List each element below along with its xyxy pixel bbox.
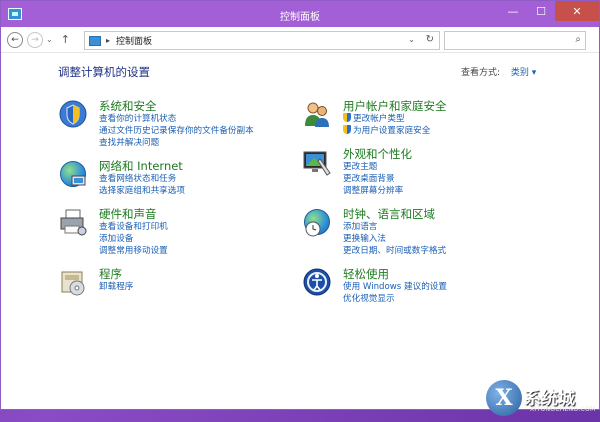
shield-icon[interactable] [58, 99, 88, 129]
link-change-theme[interactable]: 更改主题 [343, 161, 412, 173]
link-optimize-visual-display[interactable]: 优化视觉显示 [343, 293, 447, 305]
maximize-button[interactable]: ☐ [527, 1, 555, 21]
search-box[interactable]: ⌕ [444, 31, 586, 50]
category-clock-language-region: 时钟、语言和区域 添加语言 更换输入法 更改日期、时间或数字格式 [302, 207, 446, 257]
category-title-system-security[interactable]: 系统和安全 [99, 99, 254, 113]
watermark-logo: X [486, 380, 522, 416]
category-ease-of-access: 轻松使用 使用 Windows 建议的设置 优化视觉显示 [302, 267, 447, 305]
link-change-date-time-format[interactable]: 更改日期、时间或数字格式 [343, 245, 446, 257]
category-title-appearance[interactable]: 外观和个性化 [343, 147, 412, 161]
link-adjust-resolution[interactable]: 调整屏幕分辨率 [343, 185, 412, 197]
breadcrumb-separator[interactable]: ▸ [106, 36, 110, 45]
programs-icon[interactable] [58, 267, 88, 297]
category-user-accounts: 用户帐户和家庭安全 更改帐户类型 为用户设置家庭安全 [302, 99, 447, 137]
link-family-safety-label[interactable]: 为用户设置家庭安全 [353, 126, 430, 136]
category-network-internet: 网络和 Internet 查看网络状态和任务 选择家庭组和共享选项 [58, 159, 185, 197]
category-title-ease-of-access[interactable]: 轻松使用 [343, 267, 447, 281]
search-input[interactable] [445, 32, 565, 49]
category-title-clock-language-region[interactable]: 时钟、语言和区域 [343, 207, 446, 221]
link-file-history-backup[interactable]: 通过文件历史记录保存你的文件备份副本 [99, 125, 254, 137]
view-by-dropdown[interactable]: 类别 ▾ [511, 68, 536, 78]
site-watermark: X 系统城 XITONGCHENG.COM [486, 380, 596, 416]
title-bar: 控制面板 — ☐ ✕ [1, 1, 599, 27]
link-add-language[interactable]: 添加语言 [343, 221, 446, 233]
back-button[interactable]: ← [7, 31, 23, 48]
view-by: 查看方式: 类别 ▾ [461, 65, 536, 78]
search-icon[interactable]: ⌕ [575, 34, 581, 45]
breadcrumb-control-panel[interactable]: 控制面板 [116, 34, 152, 47]
category-programs: 程序 卸载程序 [58, 267, 133, 297]
link-windows-recommended-settings[interactable]: 使用 Windows 建议的设置 [343, 281, 447, 293]
link-devices-printers[interactable]: 查看设备和打印机 [99, 221, 168, 233]
link-add-device[interactable]: 添加设备 [99, 233, 168, 245]
link-homegroup-sharing[interactable]: 选择家庭组和共享选项 [99, 185, 185, 197]
link-troubleshoot[interactable]: 查找并解决问题 [99, 137, 254, 149]
link-change-input-method[interactable]: 更换输入法 [343, 233, 446, 245]
up-button[interactable]: ↑ [61, 33, 70, 46]
address-dropdown-button[interactable]: ⌄ [408, 35, 415, 44]
link-mobility-settings[interactable]: 调整常用移动设置 [99, 245, 168, 257]
category-title-hardware-sound[interactable]: 硬件和声音 [99, 207, 168, 221]
printer-icon[interactable] [58, 207, 88, 237]
network-icon[interactable] [58, 159, 88, 189]
refresh-button[interactable]: ↻ [426, 34, 434, 45]
link-uninstall-program[interactable]: 卸载程序 [99, 281, 133, 293]
category-hardware-sound: 硬件和声音 查看设备和打印机 添加设备 调整常用移动设置 [58, 207, 168, 257]
category-system-security: 系统和安全 查看你的计算机状态 通过文件历史记录保存你的文件备份副本 查找并解决… [58, 99, 254, 149]
uac-shield-icon [343, 125, 351, 134]
category-title-network-internet[interactable]: 网络和 Internet [99, 159, 185, 173]
link-change-desktop-background[interactable]: 更改桌面背景 [343, 173, 412, 185]
recent-locations-button[interactable]: ⌄ [46, 35, 53, 44]
link-network-status[interactable]: 查看网络状态和任务 [99, 173, 185, 185]
watermark-url: XITONGCHENG.COM [530, 406, 596, 413]
window-controls: — ☐ ✕ [499, 1, 599, 21]
link-change-account-type-label[interactable]: 更改帐户类型 [353, 114, 405, 124]
control-panel-window: 控制面板 — ☐ ✕ ← → ⌄ ↑ ▸ 控制面板 ⌄ ↻ ⌕ 调整计算机的设置… [0, 0, 600, 410]
appearance-icon[interactable] [302, 147, 332, 177]
close-button[interactable]: ✕ [555, 1, 599, 21]
ease-of-access-icon[interactable] [302, 267, 332, 297]
category-title-programs[interactable]: 程序 [99, 267, 133, 281]
link-family-safety[interactable]: 为用户设置家庭安全 [343, 125, 447, 137]
address-bar[interactable]: ▸ 控制面板 ⌄ ↻ [84, 31, 440, 50]
page-heading: 调整计算机的设置 [58, 65, 150, 79]
navigation-bar: ← → ⌄ ↑ ▸ 控制面板 ⌄ ↻ ⌕ [1, 27, 599, 53]
category-appearance: 外观和个性化 更改主题 更改桌面背景 调整屏幕分辨率 [302, 147, 412, 197]
uac-shield-icon [343, 113, 351, 122]
link-view-computer-status[interactable]: 查看你的计算机状态 [99, 113, 254, 125]
forward-button[interactable]: → [27, 31, 43, 48]
view-by-label: 查看方式: [461, 68, 501, 78]
users-icon[interactable] [302, 99, 332, 129]
control-panel-icon [89, 35, 101, 46]
minimize-button[interactable]: — [499, 1, 527, 21]
clock-globe-icon[interactable] [302, 207, 332, 237]
category-title-user-accounts[interactable]: 用户帐户和家庭安全 [343, 99, 447, 113]
link-change-account-type[interactable]: 更改帐户类型 [343, 113, 447, 125]
